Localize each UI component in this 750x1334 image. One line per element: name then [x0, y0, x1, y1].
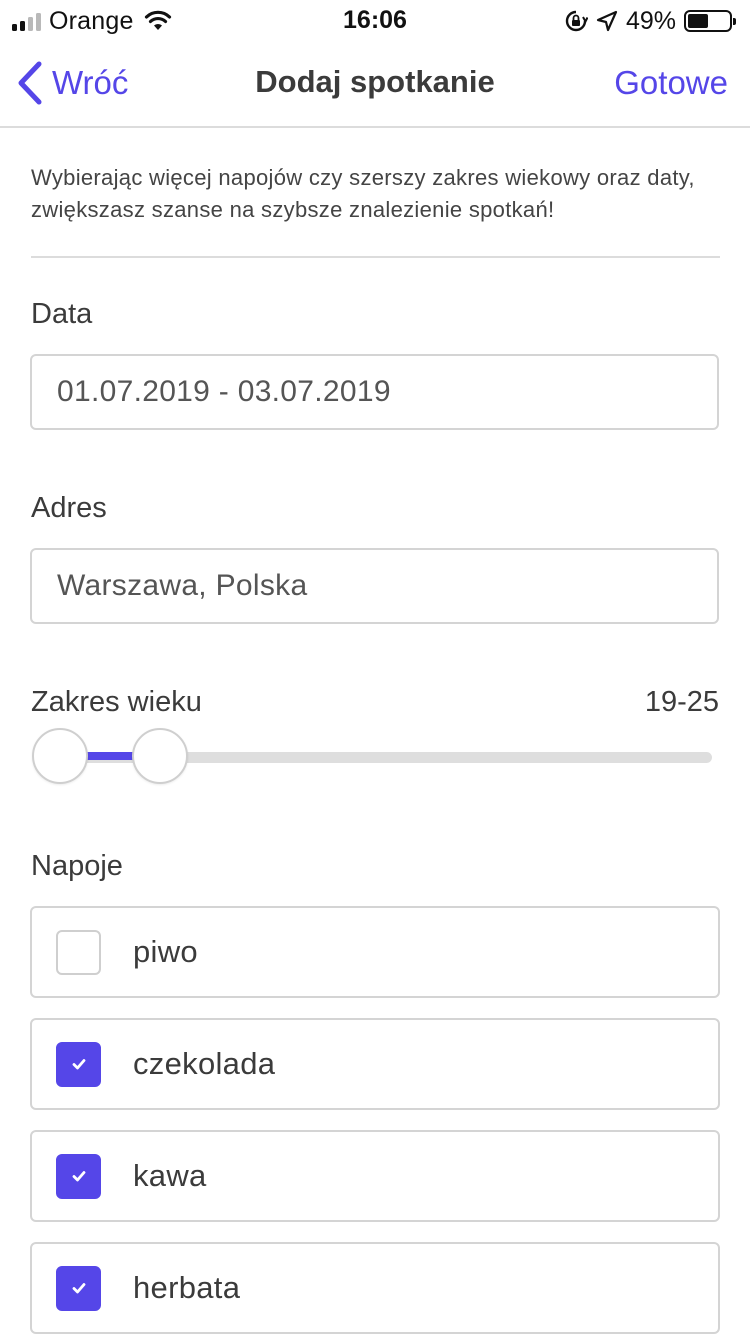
form-content: Wybierając więcej napojów czy szerszy za… [31, 128, 720, 258]
address-value: Warszawa, Polska [57, 569, 308, 602]
info-text: Wybierając więcej napojów czy szerszy za… [31, 162, 720, 258]
drinks-label: Napoje [31, 850, 123, 882]
location-arrow-icon [596, 10, 618, 32]
drink-item-piwo[interactable]: piwo [30, 906, 720, 998]
date-label: Data [31, 298, 93, 330]
battery-percent: 49% [625, 6, 676, 35]
drink-item-herbata[interactable]: herbata [30, 1242, 720, 1334]
slider-thumb-min[interactable] [32, 728, 88, 784]
battery-level [688, 14, 708, 28]
checkbox[interactable] [56, 1153, 101, 1199]
checkmark-icon [72, 1283, 85, 1294]
address-label: Adres [31, 492, 107, 524]
checkbox[interactable] [56, 929, 101, 975]
drink-label: kawa [133, 1158, 207, 1193]
age-range-label: Zakres wieku [31, 686, 202, 718]
date-value: 01.07.2019 - 03.07.2019 [57, 375, 391, 408]
checkbox[interactable] [56, 1041, 101, 1087]
address-field[interactable]: Warszawa, Polska [30, 548, 719, 624]
drink-item-czekolada[interactable]: czekolada [30, 1018, 720, 1110]
drinks-list: piwo czekolada kawa herbata [30, 906, 720, 1334]
checkbox[interactable] [56, 1265, 101, 1311]
age-range-slider[interactable] [32, 728, 712, 786]
orientation-lock-icon [565, 10, 588, 32]
navigation-bar: Wróć Dodaj spotkanie Gotowe [0, 40, 750, 128]
checkmark-icon [72, 1059, 85, 1070]
drink-label: herbata [133, 1270, 241, 1305]
age-range-value: 19-25 [644, 686, 719, 718]
drink-label: piwo [133, 934, 198, 969]
status-right: 49% [564, 6, 736, 36]
slider-thumb-max[interactable] [131, 728, 188, 784]
battery-icon [684, 10, 736, 32]
checkmark-icon [72, 1171, 85, 1182]
done-button[interactable]: Gotowe [614, 64, 728, 102]
drink-item-kawa[interactable]: kawa [30, 1130, 720, 1222]
drink-label: czekolada [133, 1046, 276, 1081]
status-bar: Orange 16:06 49% [0, 0, 750, 40]
date-field[interactable]: 01.07.2019 - 03.07.2019 [30, 354, 719, 430]
